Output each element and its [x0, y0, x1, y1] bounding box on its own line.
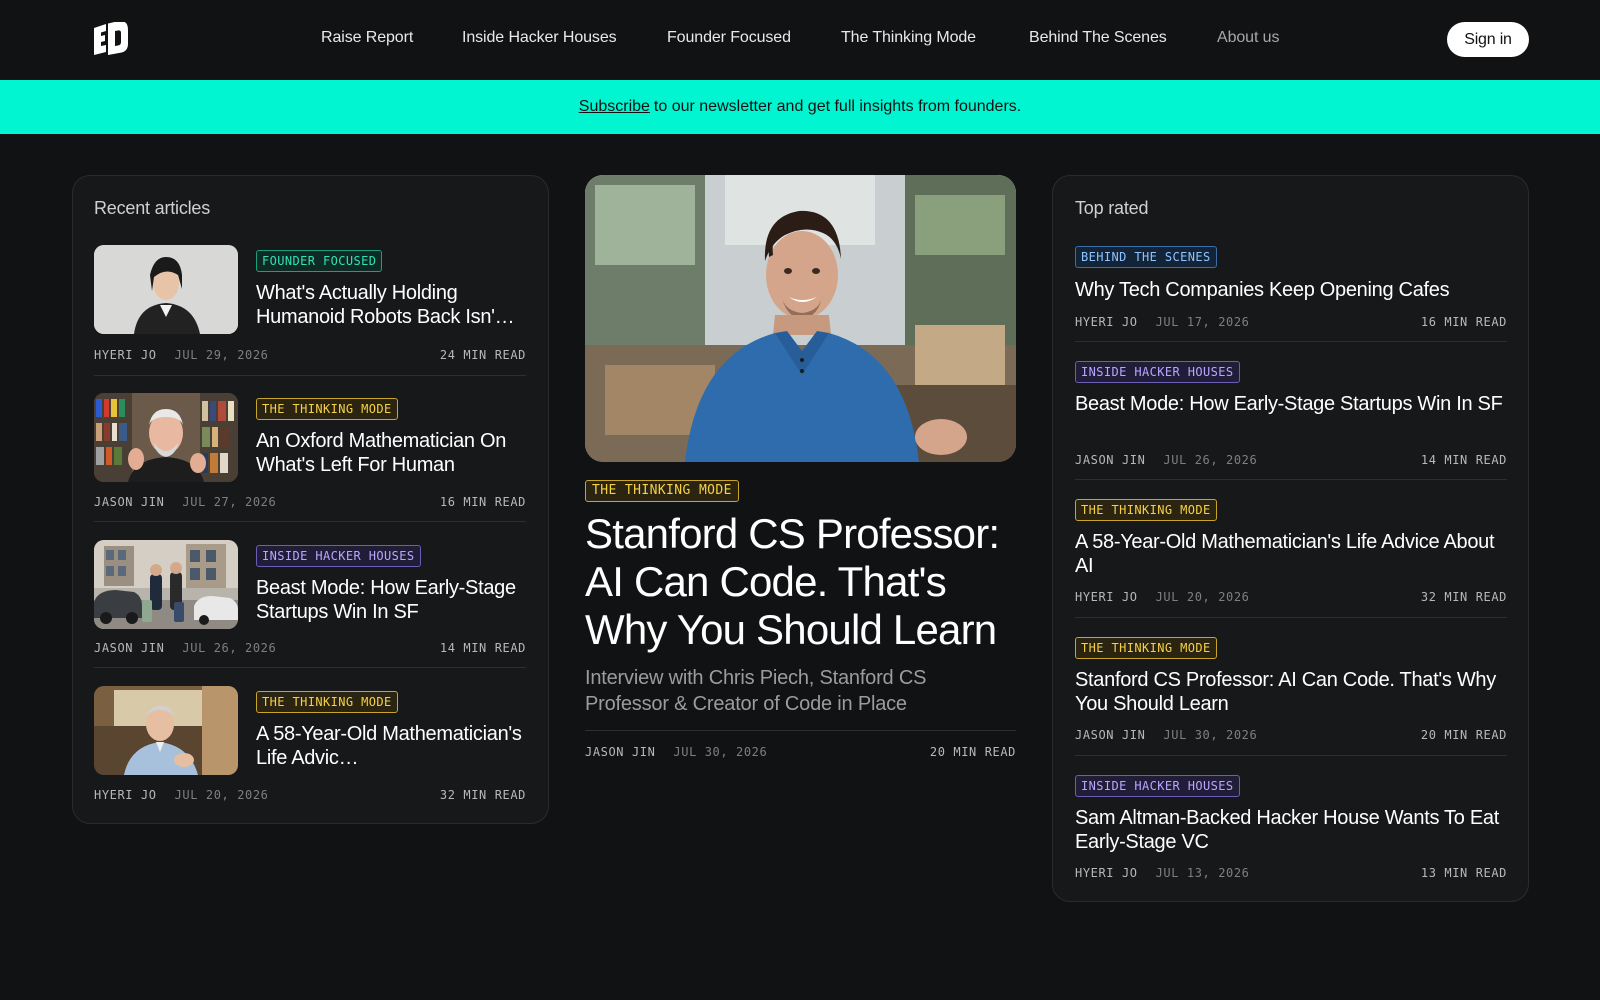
- article-title[interactable]: A 58-Year-Old Mathematician's Life Advic…: [256, 722, 528, 770]
- article-thumbnail: [94, 686, 238, 775]
- list-item[interactable]: INSIDE HACKER HOUSES Beast Mode: How Ear…: [1075, 361, 1507, 471]
- article-title[interactable]: A 58-Year-Old Mathematician's Life Advic…: [1075, 530, 1505, 578]
- featured-article-image[interactable]: [585, 175, 1016, 462]
- nav-inside-hacker-houses[interactable]: Inside Hacker Houses: [462, 29, 617, 47]
- featured-article-title[interactable]: Stanford CS Professor: AI Can Code. That…: [585, 510, 1025, 654]
- top-rated-heading: Top rated: [1075, 198, 1149, 218]
- article-author: JASON JIN: [94, 495, 165, 509]
- main-nav: Raise Report Inside Hacker Houses Founde…: [0, 0, 1600, 80]
- ed-logo-icon[interactable]: [92, 20, 128, 56]
- article-title[interactable]: Beast Mode: How Early-Stage Startups Win…: [256, 576, 528, 624]
- nav-about-us[interactable]: About us: [1217, 29, 1279, 47]
- article-title[interactable]: What's Actually Holding Humanoid Robots …: [256, 281, 528, 329]
- article-read-time: 14 MIN READ: [1420, 453, 1507, 467]
- nav-raise-report[interactable]: Raise Report: [321, 29, 413, 47]
- newsletter-banner: Subscribe to our newsletter and get full…: [0, 80, 1600, 134]
- divider: [94, 521, 526, 522]
- article-author: JASON JIN: [1075, 728, 1146, 742]
- article-author: HYERI JO: [94, 788, 157, 802]
- article-meta: HYERI JO JUL 20, 2026: [1075, 590, 1250, 604]
- article-date: JUL 30, 2026: [673, 745, 768, 759]
- divider: [94, 375, 526, 376]
- article-author: JASON JIN: [94, 641, 165, 655]
- category-tag[interactable]: BEHIND THE SCENES: [1075, 246, 1217, 268]
- sign-in-button[interactable]: Sign in: [1447, 22, 1529, 57]
- category-tag[interactable]: INSIDE HACKER HOUSES: [1075, 361, 1240, 383]
- article-author: HYERI JO: [1075, 315, 1138, 329]
- article-date: JUL 13, 2026: [1155, 866, 1250, 880]
- article-date: JUL 20, 2026: [174, 788, 269, 802]
- divider: [94, 667, 526, 668]
- article-read-time: 32 MIN READ: [1420, 590, 1507, 604]
- article-thumbnail: [94, 245, 238, 334]
- article-meta: JASON JIN JUL 27, 2026: [94, 495, 276, 509]
- article-title[interactable]: An Oxford Mathematician On What's Left F…: [256, 429, 528, 477]
- category-tag[interactable]: THE THINKING MODE: [1075, 499, 1217, 521]
- article-title[interactable]: Stanford CS Professor: AI Can Code. That…: [1075, 668, 1505, 716]
- nav-founder-focused[interactable]: Founder Focused: [667, 29, 791, 47]
- article-author: JASON JIN: [585, 745, 656, 759]
- article-meta: HYERI JO JUL 20, 2026: [94, 788, 269, 802]
- article-meta: HYERI JO JUL 13, 2026: [1075, 866, 1250, 880]
- article-author: JASON JIN: [1075, 453, 1146, 467]
- nav-behind-the-scenes[interactable]: Behind The Scenes: [1029, 29, 1167, 47]
- divider: [1075, 341, 1507, 342]
- article-read-time: 14 MIN READ: [439, 641, 526, 655]
- divider: [1075, 755, 1507, 756]
- article-author: HYERI JO: [94, 348, 157, 362]
- banner-text: to our newsletter and get full insights …: [653, 98, 1022, 115]
- article-date: JUL 29, 2026: [174, 348, 269, 362]
- article-read-time: 20 MIN READ: [1420, 728, 1507, 742]
- divider: [1075, 617, 1507, 618]
- featured-category-tag[interactable]: THE THINKING MODE: [585, 480, 739, 502]
- article-date: JUL 27, 2026: [182, 495, 277, 509]
- divider: [585, 730, 1016, 731]
- article-meta: HYERI JO JUL 29, 2026: [94, 348, 269, 362]
- list-item[interactable]: THE THINKING MODE A 58-Year-Old Mathemat…: [1075, 499, 1507, 609]
- article-author: HYERI JO: [1075, 866, 1138, 880]
- article-date: JUL 26, 2026: [182, 641, 277, 655]
- list-item[interactable]: INSIDE HACKER HOUSES Beast Mode: How Ear…: [94, 540, 526, 660]
- article-thumbnail: [94, 393, 238, 482]
- article-date: JUL 17, 2026: [1155, 315, 1250, 329]
- article-meta: JASON JIN JUL 26, 2026: [94, 641, 276, 655]
- category-tag[interactable]: THE THINKING MODE: [256, 398, 398, 420]
- featured-article-meta: JASON JIN JUL 30, 2026: [585, 745, 767, 759]
- list-item[interactable]: THE THINKING MODE Stanford CS Professor:…: [1075, 637, 1507, 747]
- article-title[interactable]: Sam Altman-Backed Hacker House Wants To …: [1075, 806, 1505, 854]
- nav-the-thinking-mode[interactable]: The Thinking Mode: [841, 29, 976, 47]
- article-author: HYERI JO: [1075, 590, 1138, 604]
- article-read-time: 20 MIN READ: [929, 745, 1016, 759]
- category-tag[interactable]: INSIDE HACKER HOUSES: [1075, 775, 1240, 797]
- article-date: JUL 30, 2026: [1163, 728, 1258, 742]
- category-tag[interactable]: FOUNDER FOCUSED: [256, 250, 383, 272]
- recent-articles-heading: Recent articles: [94, 198, 211, 218]
- category-tag[interactable]: THE THINKING MODE: [1075, 637, 1217, 659]
- article-date: JUL 26, 2026: [1163, 453, 1258, 467]
- top-header: Raise Report Inside Hacker Houses Founde…: [0, 0, 1600, 80]
- article-date: JUL 20, 2026: [1155, 590, 1250, 604]
- list-item[interactable]: INSIDE HACKER HOUSES Sam Altman-Backed H…: [1075, 775, 1507, 885]
- article-meta: HYERI JO JUL 17, 2026: [1075, 315, 1250, 329]
- article-thumbnail: [94, 540, 238, 629]
- article-read-time: 16 MIN READ: [439, 495, 526, 509]
- article-read-time: 13 MIN READ: [1420, 866, 1507, 880]
- article-title[interactable]: Beast Mode: How Early-Stage Startups Win…: [1075, 392, 1505, 416]
- article-meta: JASON JIN JUL 26, 2026: [1075, 453, 1257, 467]
- article-read-time: 32 MIN READ: [439, 788, 526, 802]
- article-read-time: 16 MIN READ: [1420, 315, 1507, 329]
- article-read-time: 24 MIN READ: [439, 348, 526, 362]
- list-item[interactable]: BEHIND THE SCENES Why Tech Companies Kee…: [1075, 246, 1507, 336]
- featured-article-subtitle: Interview with Chris Piech, Stanford CS …: [585, 667, 927, 715]
- divider: [1075, 479, 1507, 480]
- category-tag[interactable]: THE THINKING MODE: [256, 691, 398, 713]
- list-item[interactable]: FOUNDER FOCUSED What's Actually Holding …: [94, 245, 526, 365]
- article-meta: JASON JIN JUL 30, 2026: [1075, 728, 1257, 742]
- list-item[interactable]: THE THINKING MODE A 58-Year-Old Mathemat…: [94, 686, 526, 806]
- article-title[interactable]: Why Tech Companies Keep Opening Cafes: [1075, 278, 1505, 302]
- category-tag[interactable]: INSIDE HACKER HOUSES: [256, 545, 421, 567]
- subscribe-link[interactable]: Subscribe: [579, 98, 650, 116]
- list-item[interactable]: THE THINKING MODE An Oxford Mathematicia…: [94, 393, 526, 513]
